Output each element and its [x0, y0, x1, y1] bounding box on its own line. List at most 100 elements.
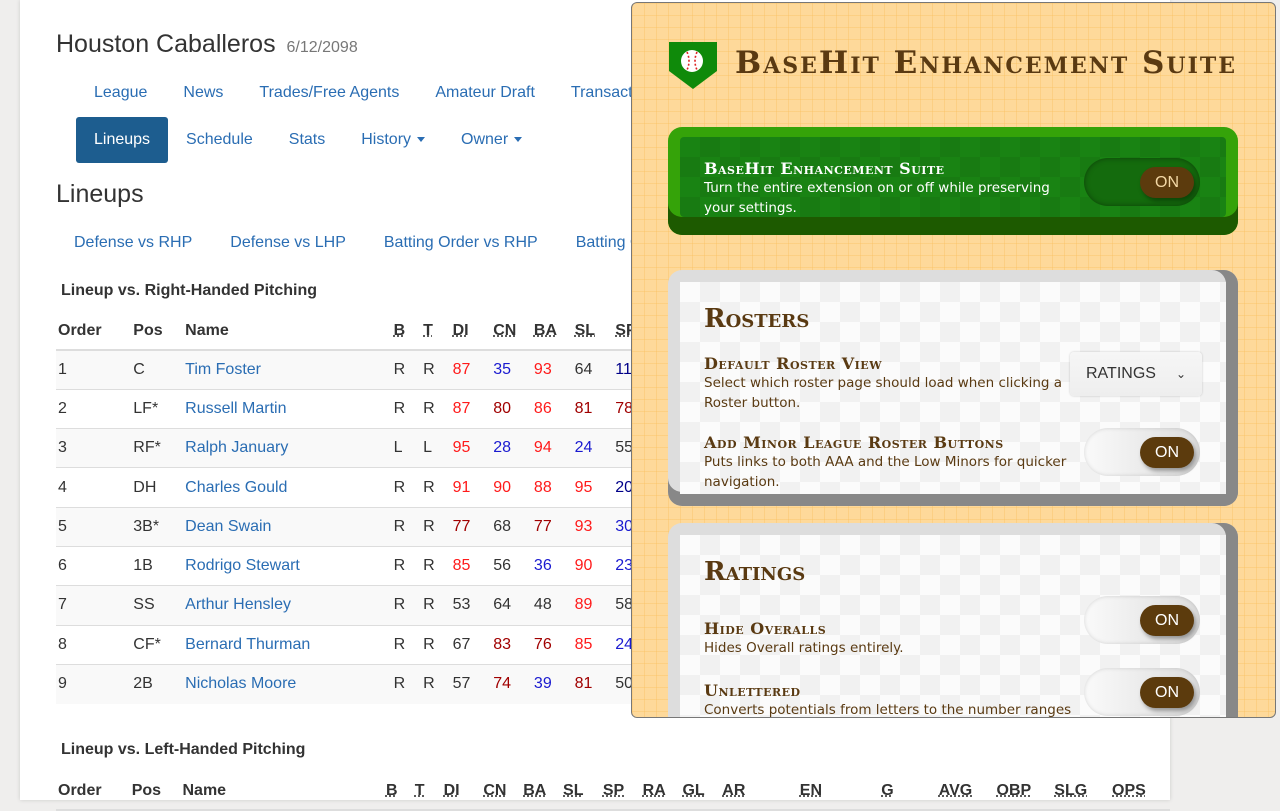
- cell-order: 7: [56, 586, 133, 625]
- cell-sl: 81: [575, 389, 616, 428]
- ratings-card: Ratings Hide Overalls Hides Overall rati…: [668, 523, 1238, 718]
- column-header-t[interactable]: T: [423, 312, 452, 350]
- column-header-label: GL: [682, 782, 704, 799]
- column-header-ops[interactable]: OPS: [1112, 772, 1170, 810]
- master-option-desc: Turn the entire extension on or off whil…: [704, 178, 1074, 218]
- minor-league-buttons-toggle[interactable]: ON: [1084, 428, 1200, 476]
- column-header-di[interactable]: DI: [453, 312, 494, 350]
- nav-owner[interactable]: Owner: [443, 117, 540, 163]
- cell-di: 91: [453, 468, 494, 507]
- column-header-gl[interactable]: GL: [682, 772, 722, 810]
- cell-order: 3: [56, 429, 133, 468]
- column-header-slg[interactable]: SLG: [1054, 772, 1112, 810]
- nav-league[interactable]: League: [76, 70, 165, 116]
- hide-overalls-toggle[interactable]: ON: [1084, 596, 1200, 644]
- column-header-cn[interactable]: CN: [483, 772, 523, 810]
- cell-ba: 94: [534, 429, 575, 468]
- unlettered-toggle[interactable]: ON: [1084, 668, 1200, 716]
- column-header-di[interactable]: DI: [444, 772, 484, 810]
- default-roster-view-select[interactable]: RATINGS⌄: [1070, 352, 1202, 396]
- subnav-batting-rhp[interactable]: Batting Order vs RHP: [384, 234, 538, 252]
- column-header-pos[interactable]: Pos: [133, 312, 185, 350]
- column-header-name[interactable]: Name: [182, 772, 385, 810]
- nav-lineups[interactable]: Lineups: [76, 117, 168, 163]
- player-link[interactable]: Tim Foster: [185, 361, 261, 378]
- player-link[interactable]: Arthur Hensley: [185, 596, 291, 613]
- option-name: Add Minor League Roster Buttons: [704, 433, 1074, 452]
- column-header-label: AR: [722, 782, 745, 799]
- cell-sl: 24: [575, 429, 616, 468]
- subnav-defense-rhp[interactable]: Defense vs RHP: [74, 234, 192, 252]
- column-header-label: Name: [185, 322, 229, 339]
- player-link[interactable]: Charles Gould: [185, 479, 287, 496]
- column-header-cn[interactable]: CN: [493, 312, 534, 350]
- cell-order: 4: [56, 468, 133, 507]
- column-header-label: OPS: [1112, 782, 1146, 799]
- cell-sl: 89: [575, 586, 616, 625]
- nav-owner-label: Owner: [461, 131, 508, 148]
- column-header-label: BA: [523, 782, 546, 799]
- subnav-defense-lhp[interactable]: Defense vs LHP: [230, 234, 346, 252]
- cell-order: 5: [56, 507, 133, 546]
- column-header-sl[interactable]: SL: [563, 772, 603, 810]
- master-toggle[interactable]: ON: [1084, 158, 1200, 206]
- column-header-ba[interactable]: BA: [523, 772, 563, 810]
- column-header-label: BA: [534, 322, 557, 339]
- column-header-avg[interactable]: AVG: [939, 772, 997, 810]
- column-header-en[interactable]: EN: [800, 772, 881, 810]
- cell-ba: 76: [534, 625, 575, 664]
- player-link[interactable]: Rodrigo Stewart: [185, 557, 300, 574]
- column-header-sp[interactable]: SP: [603, 772, 643, 810]
- primary-nav: League News Trades/Free Agents Amateur D…: [76, 70, 680, 116]
- cell-order: 9: [56, 664, 133, 703]
- cell-sl: 93: [575, 507, 616, 546]
- cell-t: R: [423, 586, 452, 625]
- baseball-logo-icon: [668, 41, 718, 91]
- column-header-ar[interactable]: AR: [722, 772, 799, 810]
- column-header-t[interactable]: T: [415, 772, 444, 810]
- column-header-order[interactable]: Order: [56, 312, 133, 350]
- cell-t: R: [423, 389, 452, 428]
- unlettered-option: Unlettered Converts potentials from lett…: [704, 681, 1074, 718]
- cell-di: 95: [453, 429, 494, 468]
- cell-order: 2: [56, 389, 133, 428]
- cell-ba: 48: [534, 586, 575, 625]
- nav-schedule[interactable]: Schedule: [168, 117, 271, 163]
- column-header-obp[interactable]: OBP: [997, 772, 1055, 810]
- cell-cn: 80: [493, 389, 534, 428]
- column-header-b[interactable]: B: [386, 772, 415, 810]
- column-header-sl[interactable]: SL: [575, 312, 616, 350]
- player-link[interactable]: Nicholas Moore: [185, 675, 296, 692]
- player-link[interactable]: Bernard Thurman: [185, 636, 310, 653]
- game-date: 6/12/2098: [287, 39, 358, 56]
- column-header-g[interactable]: G: [881, 772, 939, 810]
- nav-news[interactable]: News: [165, 70, 241, 116]
- nav-trades[interactable]: Trades/Free Agents: [241, 70, 417, 116]
- nav-draft[interactable]: Amateur Draft: [417, 70, 553, 116]
- column-header-label: T: [415, 782, 425, 799]
- column-header-label: CN: [493, 322, 516, 339]
- nav-stats[interactable]: Stats: [271, 117, 343, 163]
- cell-b: R: [394, 350, 423, 389]
- nav-history[interactable]: History: [343, 117, 443, 163]
- column-header-b[interactable]: B: [394, 312, 423, 350]
- table-row: 3RF*Ralph JanuaryLL9528942455: [56, 429, 656, 468]
- column-header-ba[interactable]: BA: [534, 312, 575, 350]
- column-header-label: EN: [800, 782, 822, 799]
- caret-down-icon: [514, 137, 522, 142]
- cell-pos: RF*: [133, 429, 185, 468]
- cell-order: 8: [56, 625, 133, 664]
- column-header-name[interactable]: Name: [185, 312, 393, 350]
- cell-sl: 90: [575, 546, 616, 585]
- player-link[interactable]: Dean Swain: [185, 518, 271, 535]
- lhp-lineup-title: Lineup vs. Left-Handed Pitching: [61, 741, 305, 759]
- player-link[interactable]: Russell Martin: [185, 400, 286, 417]
- column-header-order[interactable]: Order: [56, 772, 132, 810]
- master-option: BaseHit Enhancement Suite Turn the entir…: [704, 159, 1074, 218]
- player-link[interactable]: Ralph January: [185, 439, 288, 456]
- rosters-card: Rosters Default Roster View Select which…: [668, 270, 1238, 506]
- cell-pos: 2B: [133, 664, 185, 703]
- page-title: Houston Caballeros 6/12/2098: [56, 30, 358, 59]
- column-header-ra[interactable]: RA: [643, 772, 683, 810]
- column-header-pos[interactable]: Pos: [132, 772, 183, 810]
